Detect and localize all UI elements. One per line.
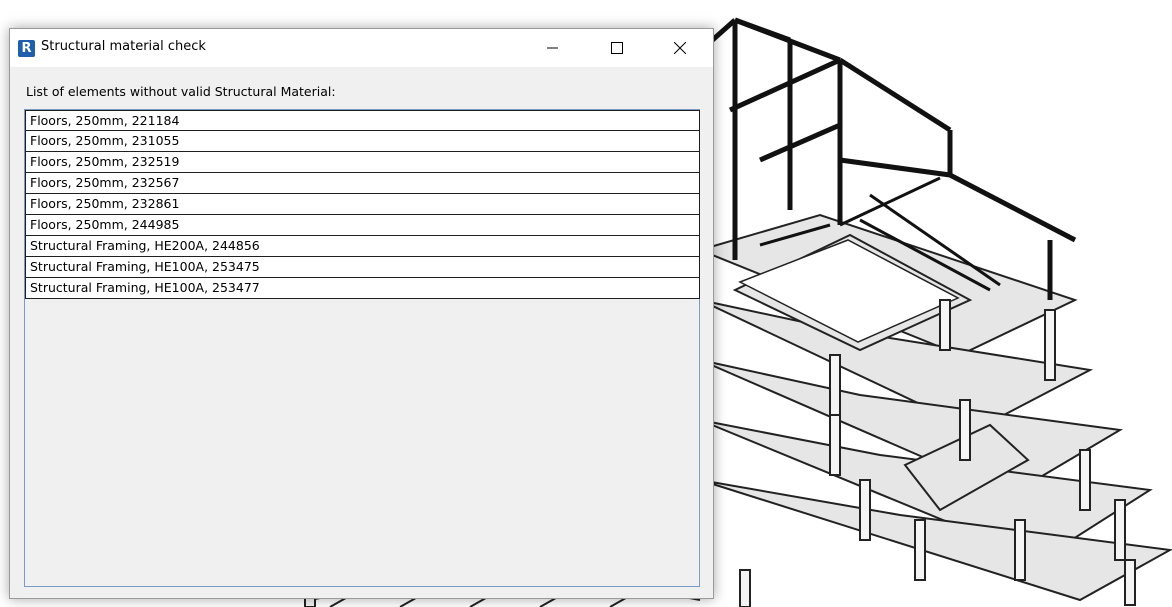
elements-listbox[interactable]: Floors, 250mm, 221184 Floors, 250mm, 231… (24, 109, 700, 587)
title-bar[interactable]: R Structural material check (10, 29, 713, 67)
revit-app-icon: R (18, 40, 35, 57)
minimize-icon (547, 47, 558, 49)
list-item[interactable]: Structural Framing, HE100A, 253477 (25, 278, 700, 299)
list-item[interactable]: Floors, 250mm, 232519 (25, 152, 700, 173)
close-icon (674, 42, 686, 54)
list-item[interactable]: Floors, 250mm, 231055 (25, 131, 700, 152)
list-item[interactable]: Structural Framing, HE100A, 253475 (25, 257, 700, 278)
list-label: List of elements without valid Structura… (26, 84, 336, 99)
list-item[interactable]: Structural Framing, HE200A, 244856 (25, 236, 700, 257)
minimize-button[interactable] (530, 29, 576, 67)
list-item[interactable]: Floors, 250mm, 232567 (25, 173, 700, 194)
list-item[interactable]: Floors, 250mm, 232861 (25, 194, 700, 215)
list-item[interactable]: Floors, 250mm, 221184 (25, 110, 700, 131)
window-title: Structural material check (41, 39, 206, 54)
close-button[interactable] (657, 29, 703, 67)
maximize-button[interactable] (594, 29, 640, 67)
maximize-icon (611, 42, 623, 54)
list-item[interactable]: Floors, 250mm, 244985 (25, 215, 700, 236)
structural-material-check-dialog: R Structural material check List of elem… (9, 28, 714, 599)
